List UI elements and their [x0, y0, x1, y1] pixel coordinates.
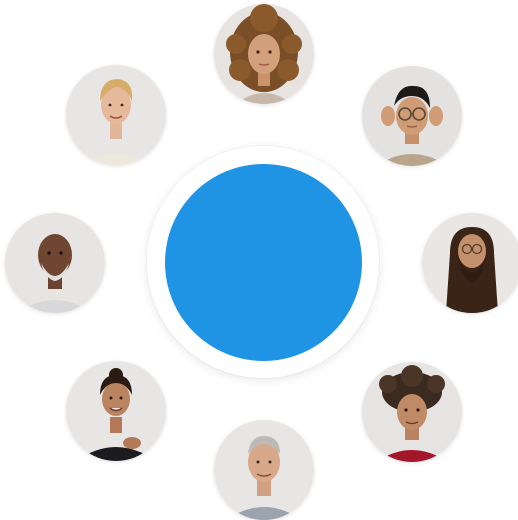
avatar-bottom[interactable] — [214, 420, 314, 520]
avatar-right[interactable] — [422, 213, 518, 313]
center-blue-circle[interactable] — [165, 164, 362, 361]
avatar-top[interactable] — [214, 4, 314, 104]
woman-black-top-avatar-icon — [66, 361, 166, 461]
older-man-white-beard-avatar-icon — [5, 213, 105, 313]
woman-curly-hair-avatar-icon — [214, 4, 314, 104]
avatar-upper-left[interactable] — [66, 65, 166, 165]
avatar-lower-right[interactable] — [362, 362, 462, 462]
avatar-left[interactable] — [5, 213, 105, 313]
man-adjusting-glasses-avatar-icon — [362, 66, 462, 166]
avatar-upper-right[interactable] — [362, 66, 462, 166]
man-long-hair-beard-avatar-icon — [422, 213, 518, 313]
older-woman-blonde-avatar-icon — [66, 65, 166, 165]
man-red-shirt-avatar-icon — [362, 362, 462, 462]
avatar-circle-stage — [0, 0, 518, 520]
avatar-lower-left[interactable] — [66, 361, 166, 461]
older-man-polo-avatar-icon — [214, 420, 314, 520]
